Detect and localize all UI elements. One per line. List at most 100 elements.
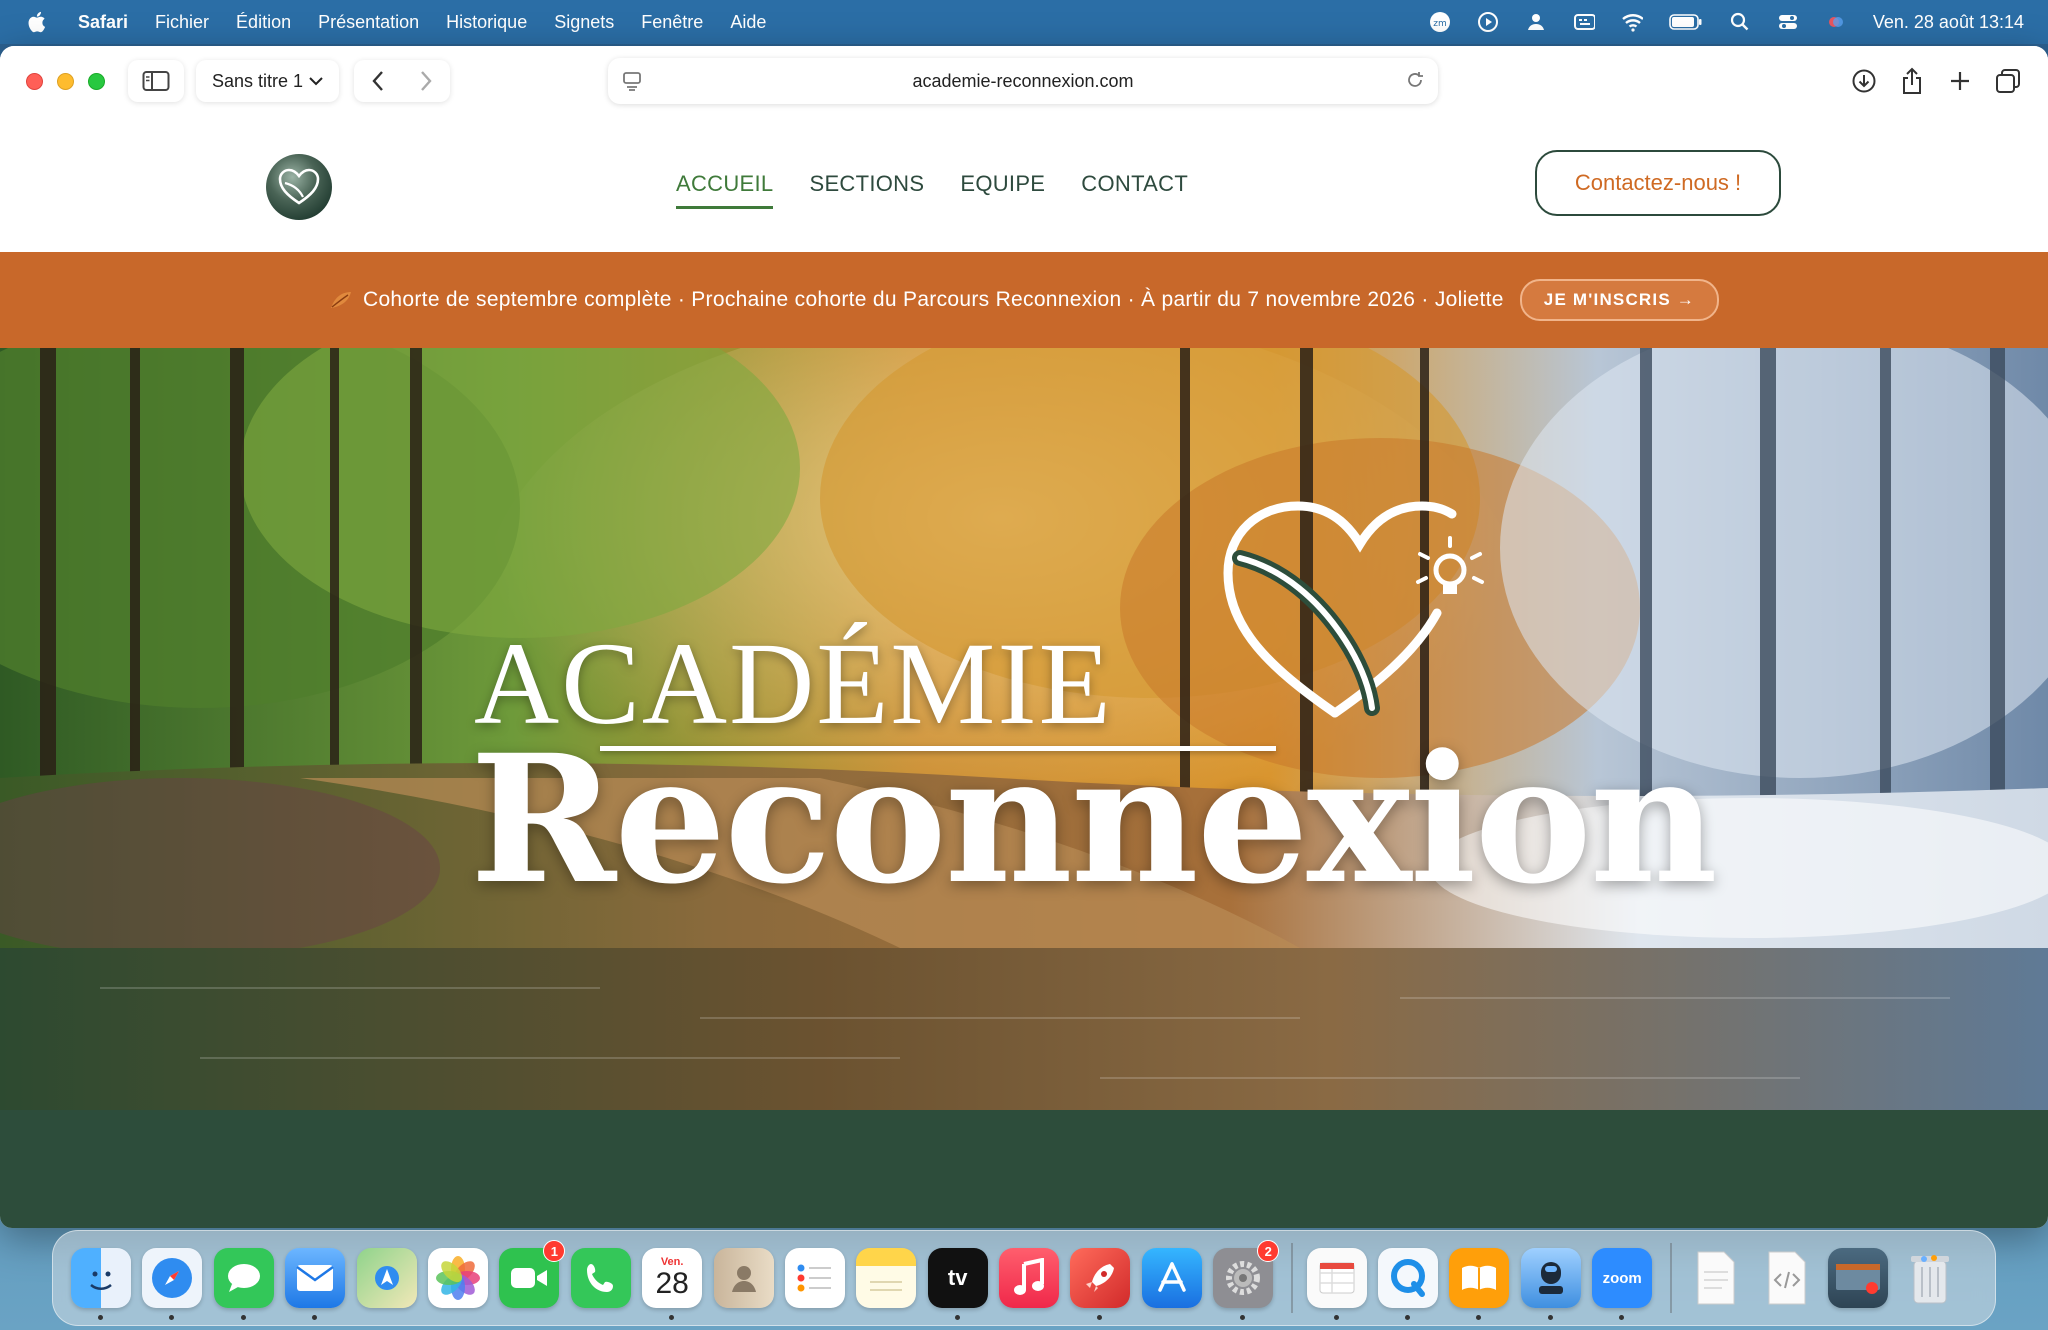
menu-clock[interactable]: Ven. 28 août 13:14: [1873, 12, 2024, 33]
dock-screenshots-folder[interactable]: [1828, 1248, 1889, 1308]
dock-separator: [1669, 1243, 1672, 1313]
spotlight-icon[interactable]: [1729, 11, 1751, 33]
dock-books[interactable]: [1449, 1248, 1510, 1320]
forward-button[interactable]: [402, 60, 450, 102]
dock-trash[interactable]: [1900, 1248, 1960, 1308]
video-camera-icon: [511, 1268, 548, 1288]
dock-html-file[interactable]: [1757, 1248, 1817, 1308]
control-center-icon[interactable]: [1777, 11, 1799, 33]
running-indicator: [954, 1315, 960, 1320]
dock-photos[interactable]: [427, 1248, 488, 1308]
running-indicator: [1405, 1315, 1411, 1320]
dock-notes[interactable]: [856, 1248, 917, 1308]
running-indicator: [669, 1315, 675, 1320]
battery-icon[interactable]: [1669, 11, 1703, 33]
dock-apple-tv[interactable]: tv: [927, 1248, 988, 1320]
quicktime-q-icon: [1391, 1259, 1426, 1297]
dock-safari[interactable]: [142, 1248, 203, 1320]
apple-tv-label: tv: [947, 1265, 968, 1290]
url-text: academie-reconnexion.com: [912, 70, 1134, 91]
dock-separator: [1290, 1243, 1293, 1313]
menu-signets[interactable]: Signets: [554, 12, 614, 33]
close-window-button[interactable]: [26, 72, 43, 90]
zoom-status-icon[interactable]: zm: [1429, 11, 1451, 33]
screenshot-thumbnail-icon: [1836, 1264, 1881, 1294]
dock-app-store[interactable]: [1141, 1248, 1202, 1308]
new-tab-button[interactable]: [1936, 60, 1984, 102]
browser-toolbar: Sans titre 1 academie-reconnexion.com: [0, 46, 2048, 116]
dock-document-file[interactable]: [1686, 1248, 1746, 1308]
share-icon: [1903, 67, 1921, 94]
dock-mail[interactable]: [285, 1248, 346, 1320]
message-bubble-icon: [227, 1264, 260, 1292]
dock-reminders[interactable]: [784, 1248, 845, 1308]
signup-button[interactable]: JE M'INSCRIS →: [1519, 279, 1719, 321]
zoom-window-button[interactable]: [88, 72, 105, 90]
dock-zoom[interactable]: zoom: [1592, 1248, 1653, 1320]
reload-icon[interactable]: [1404, 69, 1426, 96]
dock-system-settings[interactable]: 2: [1213, 1240, 1280, 1320]
announcement-text: Cohorte de septembre complète · Prochain…: [362, 288, 1504, 311]
site-nav: ACCUEIL SECTIONS EQUIPE CONTACT: [676, 116, 1224, 252]
toolbar-actions: [1840, 60, 2032, 102]
running-indicator: [1240, 1315, 1246, 1320]
dock-quicktime[interactable]: [1378, 1248, 1439, 1320]
dock-finder[interactable]: [71, 1248, 131, 1320]
dock-facetime[interactable]: 1: [499, 1240, 566, 1308]
mic-device-icon: [1538, 1262, 1563, 1294]
hero-banner: ACADÉMIE Reconnexion: [0, 348, 2048, 1110]
dock: 1 Ven. 28 tv 2 zoom: [52, 1230, 1996, 1326]
dock-contacts[interactable]: [713, 1248, 774, 1308]
dock-rocket-app[interactable]: [1070, 1248, 1131, 1320]
dock-maps[interactable]: [356, 1248, 417, 1308]
nav-sections[interactable]: SECTIONS: [809, 165, 924, 203]
site-logo[interactable]: [266, 154, 332, 220]
contact-us-button[interactable]: Contactez-nous !: [1535, 150, 1781, 216]
back-button[interactable]: [354, 60, 402, 102]
dock-numbers[interactable]: [1306, 1248, 1367, 1320]
menu-fenetre[interactable]: Fenêtre: [641, 12, 703, 33]
dock-music[interactable]: [999, 1248, 1060, 1308]
sidebar-toggle-button[interactable]: [128, 60, 184, 102]
running-indicator: [1097, 1315, 1103, 1320]
menu-aide[interactable]: Aide: [730, 12, 766, 33]
leaf-icon: [329, 290, 353, 310]
menu-edition[interactable]: Édition: [236, 12, 291, 33]
page-menu-icon[interactable]: [622, 70, 642, 97]
user-icon[interactable]: [1525, 11, 1547, 33]
downloads-button[interactable]: [1840, 60, 1888, 102]
tab-group-selector[interactable]: Sans titre 1: [196, 60, 340, 102]
heart-logo-icon: [1223, 501, 1484, 718]
address-bar[interactable]: academie-reconnexion.com: [608, 58, 1438, 104]
menu-presentation[interactable]: Présentation: [318, 12, 419, 33]
dock-mic-utility[interactable]: [1520, 1248, 1581, 1320]
nav-equipe[interactable]: EQUIPE: [960, 165, 1045, 203]
tab-overview-button[interactable]: [1984, 60, 2032, 102]
zoom-label: zoom: [1602, 1269, 1642, 1287]
running-indicator: [98, 1315, 103, 1320]
keyboard-icon[interactable]: [1573, 11, 1595, 33]
dock-messages[interactable]: [213, 1248, 274, 1320]
page-section-band: [0, 1110, 2048, 1228]
share-button[interactable]: [1888, 60, 1936, 102]
wifi-icon[interactable]: [1621, 11, 1643, 33]
contact-person-icon: [731, 1266, 756, 1292]
sidebar-icon: [142, 71, 170, 91]
menu-app-name[interactable]: Safari: [78, 12, 128, 33]
svg-text:zm: zm: [1433, 19, 1447, 29]
menu-historique[interactable]: Historique: [446, 12, 527, 33]
spreadsheet-icon: [1319, 1262, 1355, 1294]
play-icon[interactable]: [1477, 11, 1499, 33]
nav-accueil[interactable]: ACCUEIL: [676, 165, 774, 209]
safari-compass-icon: [152, 1258, 193, 1298]
nav-contact[interactable]: CONTACT: [1081, 165, 1188, 203]
hero-title-main: Reconnexion: [470, 716, 1718, 923]
apple-menu-icon[interactable]: [26, 10, 48, 34]
siri-icon[interactable]: [1825, 11, 1847, 33]
menu-fichier[interactable]: Fichier: [155, 12, 209, 33]
minimize-window-button[interactable]: [57, 72, 74, 90]
dock-calendar[interactable]: Ven. 28: [642, 1248, 703, 1320]
gear-icon: [1226, 1261, 1261, 1295]
dock-phone[interactable]: [570, 1248, 631, 1308]
tabs-overview-icon: [1996, 69, 2020, 93]
